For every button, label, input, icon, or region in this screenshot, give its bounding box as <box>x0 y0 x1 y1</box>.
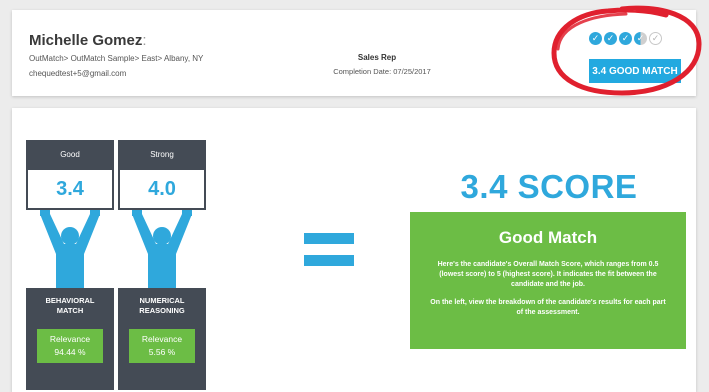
person-arms-up-icon <box>132 210 192 288</box>
candidate-header: Michelle Gomez: OutMatch> OutMatch Sampl… <box>12 10 696 96</box>
empty-check-icon: ✓ <box>649 32 662 45</box>
column-footer: BEHAVIORAL MATCH Relevance 94.44 % <box>26 288 114 390</box>
equals-bar <box>304 255 354 266</box>
numerical-reasoning-column: Strong 4.0 NUMERICAL REASONING Relevance… <box>118 140 206 390</box>
half-check-icon: ✓ <box>634 32 647 45</box>
candidate-email[interactable]: chequedtest+5@gmail.com <box>29 69 126 78</box>
column-title: NUMERICAL REASONING <box>118 296 206 318</box>
column-rating-label: Good <box>26 140 114 168</box>
column-rating-label: Strong <box>118 140 206 168</box>
equals-bar <box>304 233 354 244</box>
equals-sign <box>304 233 354 273</box>
candidate-name-row: Michelle Gomez: <box>29 32 147 49</box>
column-title-line: REASONING <box>139 306 185 315</box>
relevance-value: 94.44 % <box>54 347 86 357</box>
column-score: 3.4 <box>26 168 114 210</box>
column-title: BEHAVIORAL MATCH <box>26 296 114 318</box>
rating-dots: ✓ ✓ ✓ ✓ ✓ <box>589 32 662 45</box>
match-title: Good Match <box>498 228 598 247</box>
job-title: Sales Rep <box>357 53 397 62</box>
check-icon: ✓ <box>589 32 602 45</box>
completion-date: Completion Date: 07/25/2017 <box>333 67 431 76</box>
overall-score-heading: 3.4 SCORE <box>460 168 638 205</box>
column-footer: NUMERICAL REASONING Relevance 5.56 % <box>118 288 206 390</box>
relevance-box: Relevance 5.56 % <box>129 329 195 363</box>
column-score: 4.0 <box>118 168 206 210</box>
relevance-value: 5.56 % <box>148 347 176 357</box>
candidate-name[interactable]: Michelle Gomez <box>29 32 142 49</box>
column-title-line: MATCH <box>56 306 84 315</box>
relevance-label: Relevance <box>141 334 183 344</box>
candidate-breadcrumb: OutMatch> OutMatch Sample> East> Albany,… <box>29 54 204 63</box>
name-colon: : <box>142 32 147 49</box>
relevance-box: Relevance 94.44 % <box>37 329 103 363</box>
match-description: Here's the candidate's Overall Match Sco… <box>437 261 659 288</box>
score-breakdown-panel: Good 3.4 BEHAVIORAL MATCH Relevance 94.4… <box>12 108 696 392</box>
breakdown-description: On the left, view the breakdown of the c… <box>430 299 666 316</box>
person-arms-up-icon <box>40 210 100 288</box>
column-title-line: BEHAVIORAL <box>45 296 95 305</box>
check-icon: ✓ <box>619 32 632 45</box>
column-title-line: NUMERICAL <box>139 296 185 305</box>
match-summary-box: Good Match Here's the candidate's Overal… <box>410 212 686 349</box>
behavioral-match-column: Good 3.4 BEHAVIORAL MATCH Relevance 94.4… <box>26 140 114 390</box>
check-icon: ✓ <box>604 32 617 45</box>
match-badge[interactable]: 3.4 GOOD MATCH <box>589 59 681 83</box>
relevance-label: Relevance <box>49 334 91 344</box>
